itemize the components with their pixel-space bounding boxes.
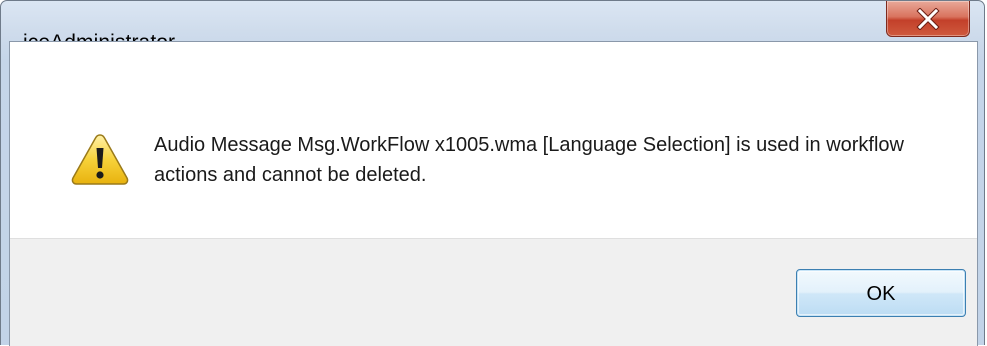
message-area: Audio Message Msg.WorkFlow x1005.wma [La… [10,42,977,238]
ok-button[interactable]: OK [796,269,966,317]
close-x-icon [916,7,940,30]
dialog-message: Audio Message Msg.WorkFlow x1005.wma [La… [154,134,904,186]
dialog-window: iceAdministrator Aud [0,0,985,346]
close-button[interactable] [886,1,970,37]
button-area: OK [10,238,977,346]
dialog-client-area: Audio Message Msg.WorkFlow x1005.wma [La… [9,41,978,346]
warning-icon [71,134,129,185]
